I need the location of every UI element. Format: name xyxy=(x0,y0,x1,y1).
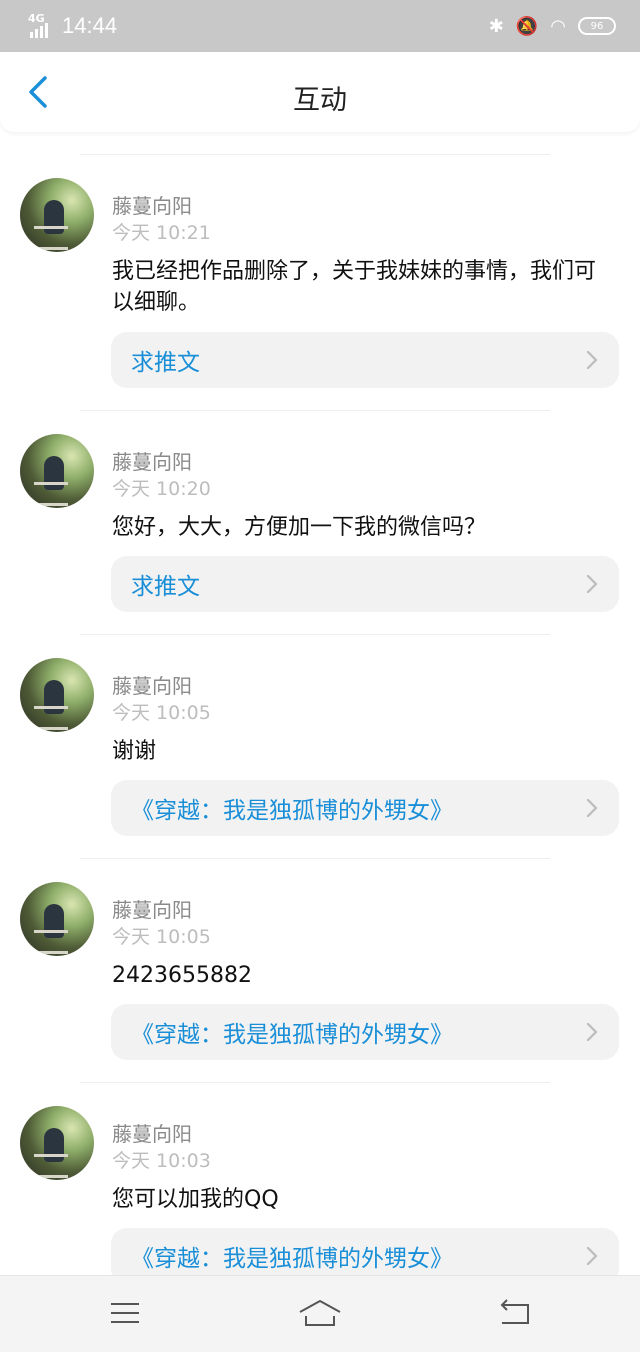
chevron-right-icon xyxy=(586,1022,598,1042)
home-icon xyxy=(299,1300,341,1326)
avatar[interactable] xyxy=(20,658,94,732)
user-name[interactable]: 藤蔓向阳 xyxy=(112,446,192,475)
work-link-label: 《穿越：我是独孤博的外甥女》 xyxy=(131,798,453,824)
back-nav-button[interactable] xyxy=(495,1296,535,1330)
list-item: 藤蔓向阳 今天 10:21 我已经把作品删除了，关于我妹妹的事情，我们可以细聊。… xyxy=(0,132,640,388)
work-link-label: 《穿越：我是独孤博的外甥女》 xyxy=(131,1246,453,1272)
user-name[interactable]: 藤蔓向阳 xyxy=(112,894,192,923)
menu-button[interactable] xyxy=(105,1296,145,1330)
mute-bell-icon: 🔕 xyxy=(515,15,539,37)
menu-icon xyxy=(111,1303,139,1323)
chevron-right-icon xyxy=(586,798,598,818)
back-nav-icon xyxy=(500,1299,529,1324)
message-text: 您好，大大，方便加一下我的微信吗？ xyxy=(112,515,487,540)
battery-level: 96 xyxy=(590,20,604,32)
status-time: 14:44 xyxy=(62,13,118,38)
bluetooth-icon: ✱ xyxy=(488,15,504,37)
user-name[interactable]: 藤蔓向阳 xyxy=(112,1118,192,1147)
work-link[interactable]: 《穿越：我是独孤博的外甥女》 xyxy=(111,1004,619,1060)
message-time: 今天 10:20 xyxy=(112,478,211,500)
work-link[interactable]: 《穿越：我是独孤博的外甥女》 xyxy=(111,780,619,836)
user-name[interactable]: 藤蔓向阳 xyxy=(112,190,192,219)
chevron-right-icon xyxy=(586,574,598,594)
message-time: 今天 10:03 xyxy=(112,1150,211,1172)
header: 互动 xyxy=(0,52,640,132)
work-link-label: 《穿越：我是独孤博的外甥女》 xyxy=(131,1022,453,1048)
battery-icon: 96 xyxy=(578,17,616,35)
message-time: 今天 10:05 xyxy=(112,702,211,724)
message-time: 今天 10:05 xyxy=(112,926,211,948)
chevron-right-icon xyxy=(586,350,598,370)
chevron-right-icon xyxy=(586,1246,598,1266)
wifi-icon: ◠ xyxy=(550,15,566,37)
system-nav-bar xyxy=(0,1275,640,1352)
avatar[interactable] xyxy=(20,178,94,252)
home-button[interactable] xyxy=(296,1296,344,1330)
work-link-label: 求推文 xyxy=(131,574,200,600)
message-text: 您可以加我的QQ xyxy=(112,1187,279,1212)
avatar[interactable] xyxy=(20,882,94,956)
work-link-label: 求推文 xyxy=(131,350,200,376)
page-title: 互动 xyxy=(293,85,347,116)
list-item: 藤蔓向阳 今天 10:05 谢谢 《穿越：我是独孤博的外甥女》 xyxy=(0,612,640,836)
list-item: 藤蔓向阳 今天 10:05 2423655882 《穿越：我是独孤博的外甥女》 xyxy=(0,836,640,1060)
work-link[interactable]: 求推文 xyxy=(111,332,619,388)
interaction-list: 藤蔓向阳 今天 10:21 我已经把作品删除了，关于我妹妹的事情，我们可以细聊。… xyxy=(0,132,640,1284)
avatar[interactable] xyxy=(20,434,94,508)
message-text: 我已经把作品删除了，关于我妹妹的事情，我们可以细聊。 xyxy=(112,259,597,315)
avatar[interactable] xyxy=(20,1106,94,1180)
status-bar: 4G 14:44 ✱ 🔕 ◠ 96 xyxy=(0,0,640,52)
message-text: 谢谢 xyxy=(112,739,157,764)
list-item: 藤蔓向阳 今天 10:20 您好，大大，方便加一下我的微信吗？ 求推文 xyxy=(0,388,640,612)
work-link[interactable]: 求推文 xyxy=(111,556,619,612)
signal-icon: 4G xyxy=(28,12,54,38)
user-name[interactable]: 藤蔓向阳 xyxy=(112,670,192,699)
list-item: 藤蔓向阳 今天 10:03 您可以加我的QQ 《穿越：我是独孤博的外甥女》 xyxy=(0,1060,640,1284)
message-time: 今天 10:21 xyxy=(112,222,211,244)
message-text: 2423655882 xyxy=(112,963,252,988)
